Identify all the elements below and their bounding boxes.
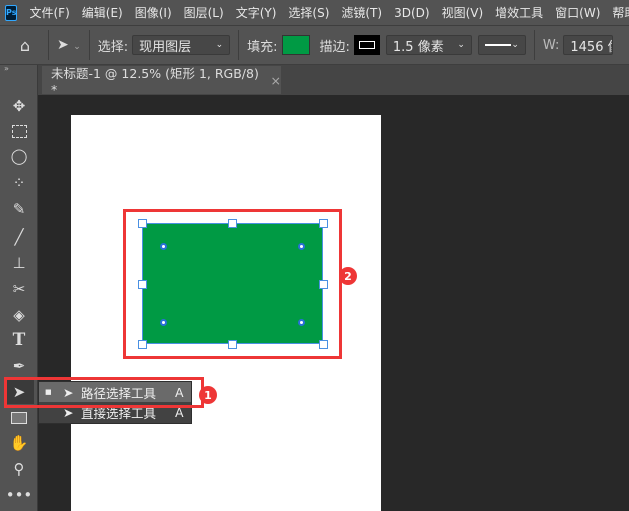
chevron-down-icon: ⌄: [511, 40, 519, 50]
path-select-tool-icon[interactable]: ➤ ⌄: [57, 37, 81, 53]
paint-bucket-tool-icon[interactable]: ◈: [7, 303, 31, 327]
chevron-down-icon: ⌄: [215, 40, 224, 50]
toolbar: » ✥ ◯ ⁘ ✎ ╱ ⊥ ✂ ◈ T ✒ ➤ ✋ ⚲ •••: [0, 65, 38, 511]
select-label: 选择:: [97, 39, 129, 55]
stamp-tool-icon[interactable]: ⊥: [7, 251, 31, 275]
lasso-tool-icon[interactable]: ◯: [7, 144, 31, 168]
width-input[interactable]: 1456 像: [563, 35, 614, 55]
width-value: 1456 像: [570, 39, 612, 55]
highlight-box-tool: [4, 377, 204, 408]
zoom-tool-icon[interactable]: ⚲: [7, 457, 31, 481]
quick-select-tool-icon[interactable]: ⁘: [7, 171, 31, 195]
step-badge-2: 2: [339, 267, 357, 285]
menu-select[interactable]: 选择(S): [288, 4, 329, 21]
stroke-width-value: 1.5 像素: [392, 39, 444, 55]
step-badge-1: 1: [199, 386, 217, 404]
stroke-type-dropdown[interactable]: ⌄: [477, 35, 526, 55]
eyedropper-tool-icon[interactable]: ✎: [7, 197, 31, 221]
hand-tool-icon[interactable]: ✋: [7, 431, 31, 455]
more-tools-icon[interactable]: •••: [6, 483, 33, 507]
menu-3d[interactable]: 3D(D): [394, 6, 429, 20]
select-value: 现用图层: [139, 39, 192, 55]
document-tab-title: 未标题-1 @ 12.5% (矩形 1, RGB/8) *: [51, 66, 259, 97]
pen-tool-icon[interactable]: ✒: [7, 354, 31, 378]
fill-label: 填充:: [247, 39, 278, 55]
marquee-tool-icon[interactable]: [7, 119, 31, 143]
select-dropdown[interactable]: 现用图层 ⌄: [132, 35, 231, 55]
eraser-tool-icon[interactable]: ✂: [7, 277, 31, 301]
highlight-box-shape: [123, 209, 342, 359]
document-tab[interactable]: 未标题-1 @ 12.5% (矩形 1, RGB/8) * ×: [42, 66, 281, 97]
menu-edit[interactable]: 编辑(E): [82, 4, 123, 21]
collapse-icon[interactable]: »: [0, 65, 37, 73]
menu-help[interactable]: 帮助(H): [612, 4, 629, 21]
menu-file[interactable]: 文件(F): [29, 4, 69, 21]
menu-view[interactable]: 视图(V): [442, 4, 484, 21]
menu-image[interactable]: 图像(I): [135, 4, 172, 21]
move-tool-icon[interactable]: ✥: [7, 94, 31, 118]
chevron-down-icon: ⌄: [457, 40, 465, 50]
close-icon[interactable]: ×: [271, 73, 281, 88]
stroke-swatch[interactable]: [353, 35, 380, 55]
options-bar: ⌂ ➤ ⌄ 选择: 现用图层 ⌄ 填充: 描边: 1.5 像素 ⌄ ⌄ W: 145…: [0, 25, 629, 65]
stroke-label: 描边:: [319, 39, 350, 55]
menu-filter[interactable]: 滤镜(T): [341, 4, 382, 21]
fill-swatch[interactable]: [281, 35, 310, 55]
width-label: W:: [542, 37, 560, 53]
menu-bar: Ps 文件(F) 编辑(E) 图像(I) 图层(L) 文字(Y) 选择(S) 滤…: [0, 0, 629, 25]
photoshop-logo: Ps: [5, 4, 18, 21]
rectangle-tool-icon[interactable]: [7, 406, 31, 430]
type-tool-icon[interactable]: T: [7, 328, 31, 352]
menu-window[interactable]: 窗口(W): [555, 4, 600, 21]
menu-type[interactable]: 文字(Y): [236, 4, 277, 21]
brush-tool-icon[interactable]: ╱: [7, 225, 31, 249]
home-icon[interactable]: ⌂: [10, 36, 40, 55]
menu-layer[interactable]: 图层(L): [184, 4, 224, 21]
menu-plugins[interactable]: 增效工具: [495, 4, 543, 21]
stroke-width-input[interactable]: 1.5 像素 ⌄: [385, 35, 472, 55]
